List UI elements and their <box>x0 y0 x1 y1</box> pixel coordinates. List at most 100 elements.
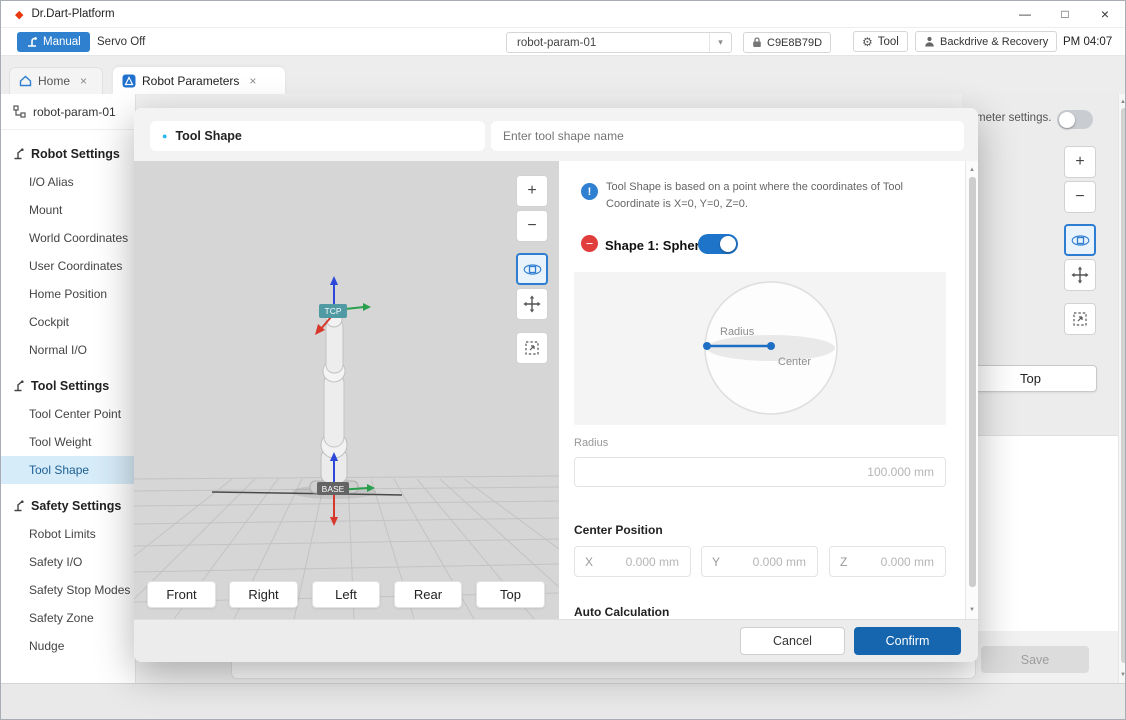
info-icon: ! <box>581 183 598 200</box>
rotate-3d-icon <box>1071 231 1090 250</box>
view-rear-button[interactable]: Rear <box>394 581 462 608</box>
sidebar-item-user-coordinates[interactable]: User Coordinates <box>1 252 135 280</box>
view-right-button[interactable]: Right <box>229 581 298 608</box>
device-id-box[interactable]: C9E8B79D <box>743 32 831 53</box>
tab-robot-parameters-close-icon[interactable]: × <box>249 74 256 88</box>
fit-view-button[interactable] <box>516 332 548 364</box>
bg-rotate-view-button[interactable] <box>1064 224 1096 256</box>
scroll-down-icon[interactable]: ▼ <box>1119 669 1126 681</box>
project-tree-icon <box>13 105 26 118</box>
sidebar-item-cockpit[interactable]: Cockpit <box>1 308 135 336</box>
rotate-view-button[interactable] <box>516 253 548 285</box>
zoom-in-button[interactable]: + <box>516 175 548 207</box>
section-label: Robot Settings <box>31 147 120 161</box>
sidebar-item-tool-shape[interactable]: Tool Shape <box>1 456 135 484</box>
home-icon <box>19 75 32 87</box>
zoom-out-button[interactable]: − <box>516 210 548 242</box>
bg-top-view-button[interactable]: Top <box>964 365 1097 392</box>
chevron-down-icon: ▾ <box>709 33 731 52</box>
sidebar-item-home-position[interactable]: Home Position <box>1 280 135 308</box>
center-z-input[interactable] <box>847 547 945 576</box>
preset-dropdown[interactable]: robot-param-01 ▾ <box>506 32 732 53</box>
tab-home-label: Home <box>38 74 70 88</box>
robot-arm-icon <box>26 36 38 48</box>
sphere-diagram: Radius Center <box>574 272 946 425</box>
save-button[interactable]: Save <box>981 646 1089 673</box>
scroll-up-icon[interactable]: ▲ <box>1119 96 1126 108</box>
tab-strip: Home × Robot Parameters × <box>1 56 1125 94</box>
bg-pan-view-button[interactable] <box>1064 259 1096 291</box>
manual-mode-button[interactable]: Manual <box>17 32 90 52</box>
maximize-button[interactable]: □ <box>1045 1 1085 28</box>
info-text: Tool Shape is based on a point where the… <box>606 179 938 213</box>
manual-label: Manual <box>43 36 81 48</box>
sidebar-item-io-alias[interactable]: I/O Alias <box>1 168 135 196</box>
panel-scrollbar[interactable]: ▲ ▼ <box>965 161 978 619</box>
sidebar-item-nudge[interactable]: Nudge <box>1 632 135 660</box>
base-label: BASE <box>322 484 345 494</box>
sidebar-item-safety-io[interactable]: Safety I/O <box>1 548 135 576</box>
3d-viewport[interactable]: BASE TCP + − <box>134 161 559 619</box>
person-icon <box>924 36 935 47</box>
tool-button[interactable]: ⚙ Tool <box>853 31 908 52</box>
view-top-button[interactable]: Top <box>476 581 545 608</box>
section-label: Tool Settings <box>31 379 109 393</box>
tool-button-label: Tool <box>878 36 899 48</box>
minimize-button[interactable]: — <box>1005 1 1045 28</box>
center-y-input[interactable] <box>720 547 817 576</box>
sidebar-project-title: robot-param-01 <box>33 105 116 119</box>
radius-input[interactable] <box>575 458 945 486</box>
pan-move-icon <box>523 295 541 313</box>
center-z-field: Z <box>829 546 946 577</box>
scroll-up-icon[interactable]: ▲ <box>966 164 978 176</box>
center-position-label: Center Position <box>574 523 663 537</box>
auto-calculation-label: Auto Calculation <box>574 605 669 619</box>
close-button[interactable]: × <box>1085 1 1125 28</box>
section-label: Safety Settings <box>31 499 121 513</box>
tab-home[interactable]: Home × <box>9 67 103 94</box>
background-lower-panel <box>962 435 1118 631</box>
sidebar-section-robot-settings[interactable]: Robot Settings <box>1 140 135 168</box>
sidebar-item-mount[interactable]: Mount <box>1 196 135 224</box>
panel-scrollbar-thumb[interactable] <box>969 177 976 587</box>
sidebar-item-tool-weight[interactable]: Tool Weight <box>1 428 135 456</box>
view-front-button[interactable]: Front <box>147 581 216 608</box>
tool-shape-dialog: ● Tool Shape <box>134 108 978 662</box>
safety-settings-icon <box>13 500 25 512</box>
scroll-down-icon[interactable]: ▼ <box>966 604 978 616</box>
app-logo-icon: ◆ <box>15 8 23 21</box>
axis-x-label: X <box>575 555 593 569</box>
sidebar-item-world-coordinates[interactable]: World Coordinates <box>1 224 135 252</box>
remove-shape-icon[interactable]: − <box>581 235 598 252</box>
bg-zoom-in-button[interactable]: + <box>1064 146 1096 178</box>
confirm-button[interactable]: Confirm <box>854 627 961 655</box>
robot-3d-scene[interactable]: BASE TCP <box>134 161 559 619</box>
sidebar-item-safety-stop-modes[interactable]: Safety Stop Modes <box>1 576 135 604</box>
bg-fit-view-button[interactable] <box>1064 303 1096 335</box>
app-window: ◆ Dr.Dart-Platform — □ × Manual Servo Of… <box>0 0 1126 720</box>
scrollbar-thumb[interactable] <box>1121 108 1126 663</box>
pan-view-button[interactable] <box>516 288 548 320</box>
sidebar-section-safety-settings[interactable]: Safety Settings <box>1 492 135 520</box>
center-x-input[interactable] <box>593 547 690 576</box>
shape-title: Shape 1: Sphere <box>605 238 707 253</box>
bg-zoom-out-button[interactable]: − <box>1064 181 1096 213</box>
shape-name-input[interactable] <box>491 121 964 151</box>
sidebar-section-tool-settings[interactable]: Tool Settings <box>1 372 135 400</box>
sidebar-item-tool-center-point[interactable]: Tool Center Point <box>1 400 135 428</box>
backdrive-recovery-button[interactable]: Backdrive & Recovery <box>915 31 1057 52</box>
cancel-button[interactable]: Cancel <box>740 627 845 655</box>
window-scrollbar[interactable]: ▲ ▼ <box>1118 94 1126 683</box>
status-bar: Servo ● Supervisor ▴ Manual ▴ <box>1 683 1125 720</box>
diagram-radius-label: Radius <box>720 326 755 338</box>
sidebar-item-safety-zone[interactable]: Safety Zone <box>1 604 135 632</box>
sidebar-item-normal-io[interactable]: Normal I/O <box>1 336 135 364</box>
view-left-button[interactable]: Left <box>312 581 380 608</box>
settings-toggle[interactable] <box>1057 110 1093 129</box>
tab-robot-parameters[interactable]: Robot Parameters × <box>113 67 285 94</box>
sidebar-item-robot-limits[interactable]: Robot Limits <box>1 520 135 548</box>
tab-home-close-icon[interactable]: × <box>80 74 87 88</box>
diagram-center-label: Center <box>778 356 811 368</box>
shape-enable-toggle[interactable] <box>698 234 738 254</box>
dialog-footer: Cancel Confirm <box>134 619 978 662</box>
